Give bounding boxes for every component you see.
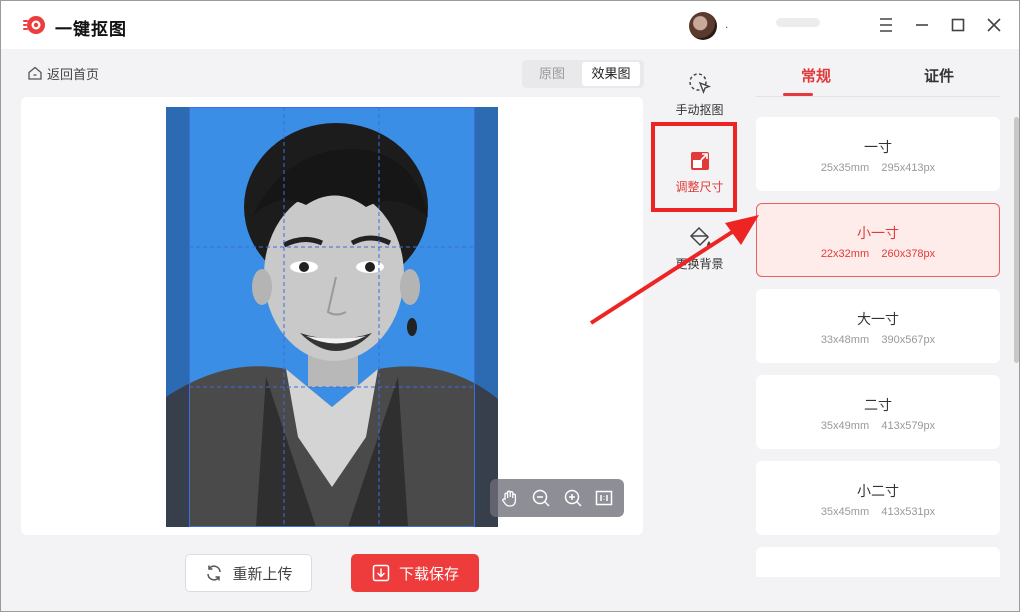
size-panel: 常规 证件 一寸 25x35mm 295x413px 小一寸 22x32mm 2… (738, 49, 1019, 611)
crop-shade-right (475, 107, 498, 527)
size-spec: 35x49mm 413x579px (820, 420, 936, 432)
avatar[interactable] (689, 12, 717, 40)
size-name: 小一寸 (857, 225, 899, 241)
app-title: 一键抠图 (55, 20, 127, 39)
size-name: 一寸 (864, 139, 892, 155)
paint-bucket-icon (689, 226, 711, 247)
tool-manual-label: 手动抠图 (675, 103, 724, 117)
zoom-toolbar (490, 479, 624, 517)
highlight-box-annotation (651, 122, 737, 212)
crop-shade-left (166, 107, 189, 527)
zoom-in-icon[interactable] (562, 487, 584, 509)
menu-icon[interactable] (875, 14, 897, 36)
tool-background-label: 更换背景 (675, 257, 724, 271)
home-icon (28, 66, 42, 80)
username: . (725, 17, 729, 31)
download-icon (372, 564, 390, 582)
size-name: 大一寸 (857, 311, 899, 327)
size-card-small-2cun[interactable]: 小二寸 35x45mm 413x531px (756, 461, 1000, 535)
view-toggle: 原图 效果图 (522, 60, 644, 88)
size-card-1cun[interactable]: 一寸 25x35mm 295x413px (756, 117, 1000, 191)
view-original-button[interactable]: 原图 (526, 62, 578, 86)
reupload-button[interactable]: 重新上传 (185, 554, 312, 592)
minimize-icon[interactable] (911, 14, 933, 36)
maximize-icon[interactable] (947, 14, 969, 36)
size-tabs: 常规 证件 (756, 49, 1000, 97)
crop-frame[interactable] (189, 107, 475, 527)
active-tab-indicator (783, 93, 813, 96)
size-card-partial[interactable] (756, 547, 1000, 577)
back-home-link[interactable]: 返回首页 (27, 63, 99, 83)
tool-manual-cutout[interactable]: 手动抠图 (662, 71, 737, 118)
size-spec: 35x45mm 413x531px (820, 506, 936, 518)
size-spec: 25x35mm 295x413px (820, 162, 936, 174)
app-logo-icon (23, 16, 45, 34)
close-icon[interactable] (983, 14, 1005, 36)
size-spec: 33x48mm 390x567px (820, 334, 936, 346)
panel-scrollbar[interactable] (1014, 117, 1019, 363)
size-card-large-1cun[interactable]: 大一寸 33x48mm 390x567px (756, 289, 1000, 363)
app-window: 一键抠图 . 返回首页 原图 效果图 重新上传 下载保存 手动抠图 调整尺寸 更… (0, 0, 1020, 612)
back-home-label: 返回首页 (47, 66, 100, 82)
download-save-button[interactable]: 下载保存 (351, 554, 479, 592)
redacted-name (776, 18, 820, 27)
tool-change-background[interactable]: 更换背景 (662, 225, 737, 272)
size-card-small-1cun[interactable]: 小一寸 22x32mm 260x378px (756, 203, 1000, 277)
size-name: 小二寸 (857, 483, 899, 499)
refresh-icon (207, 565, 222, 581)
zoom-out-icon[interactable] (530, 487, 552, 509)
cursor-select-icon (688, 73, 711, 94)
actual-size-icon[interactable] (593, 487, 615, 509)
size-name: 二寸 (864, 397, 892, 413)
reupload-label: 重新上传 (232, 565, 293, 583)
tab-id-photo[interactable]: 证件 (924, 65, 954, 86)
size-spec: 22x32mm 260x378px (820, 248, 936, 260)
view-effect-button[interactable]: 效果图 (582, 62, 640, 86)
size-card-2cun[interactable]: 二寸 35x49mm 413x579px (756, 375, 1000, 449)
title-bar: 一键抠图 . (1, 1, 1019, 49)
download-label: 下载保存 (398, 565, 459, 583)
tab-normal[interactable]: 常规 (801, 65, 831, 86)
hand-pan-icon[interactable] (499, 487, 521, 509)
